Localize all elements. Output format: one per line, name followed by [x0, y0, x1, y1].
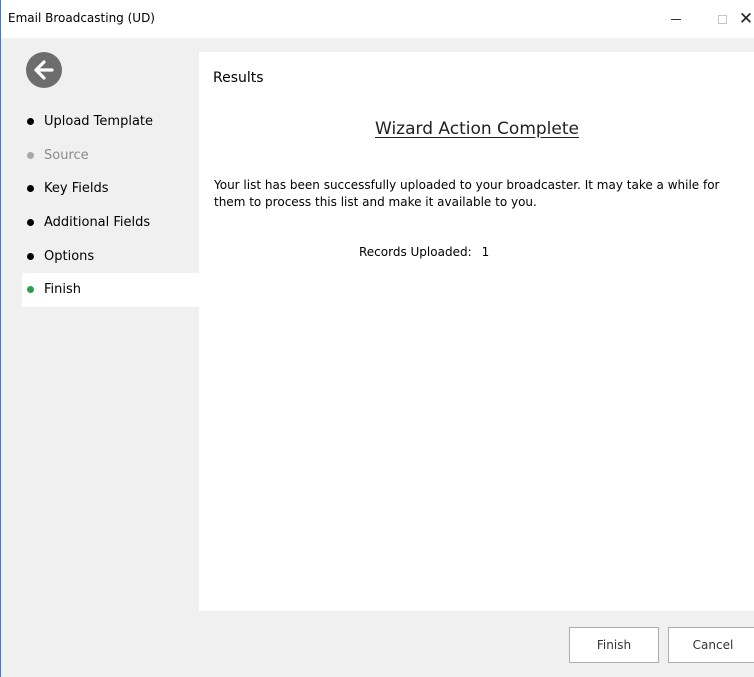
finish-button[interactable]: Finish — [569, 627, 659, 663]
section-title: Results — [213, 70, 264, 86]
sidebar-step-finish[interactable]: Finish — [22, 272, 199, 307]
sidebar-step-options[interactable]: Options — [22, 239, 199, 273]
step-status-dot-icon — [27, 151, 34, 159]
records-uploaded: Records Uploaded: 1 — [359, 245, 489, 259]
app-window: Email Broadcasting (UD) ✕ Upload Templat… — [0, 0, 754, 677]
step-status-dot-icon — [27, 185, 34, 193]
step-status-dot-icon — [27, 219, 34, 227]
close-icon: ✕ — [738, 8, 754, 29]
result-message: Your list has been successfully uploaded… — [214, 178, 720, 209]
arrow-left-icon — [34, 60, 54, 80]
sidebar-step-upload-template[interactable]: Upload Template — [22, 105, 199, 139]
sidebar-step-label: Finish — [44, 282, 82, 298]
wizard-complete-heading: Wizard Action Complete — [375, 119, 579, 139]
sidebar-step-source: Source — [22, 139, 199, 173]
records-uploaded-label: Records Uploaded: — [359, 245, 472, 259]
maximize-icon — [717, 14, 727, 24]
sidebar-step-key-fields[interactable]: Key Fields — [22, 172, 199, 206]
wizard-steps: Upload Template Source Key Fields Additiona… — [22, 105, 199, 307]
close-button[interactable]: ✕ — [731, 0, 754, 38]
minimize-icon — [671, 18, 681, 20]
title-bar: Email Broadcasting (UD) ✕ — [1, 0, 754, 38]
sidebar-step-additional-fields[interactable]: Additional Fields — [22, 206, 199, 240]
sidebar-step-label: Additional Fields — [44, 215, 151, 231]
minimize-button[interactable] — [653, 0, 699, 38]
sidebar-step-label: Source — [44, 147, 89, 163]
cancel-button[interactable]: Cancel — [668, 627, 754, 663]
step-status-dot-icon — [27, 286, 34, 294]
sidebar-step-label: Options — [44, 248, 95, 264]
window-title: Email Broadcasting (UD) — [8, 11, 155, 25]
wizard-sidebar: Upload Template Source Key Fields Additiona… — [2, 38, 199, 677]
step-status-dot-icon — [27, 118, 34, 126]
records-uploaded-value: 1 — [481, 245, 490, 259]
results-panel: Results Wizard Action Complete Your list… — [199, 52, 754, 611]
sidebar-step-label: Upload Template — [44, 114, 154, 130]
back-button[interactable] — [26, 52, 62, 88]
footer-bar: Finish Cancel — [199, 611, 754, 677]
step-status-dot-icon — [27, 252, 34, 260]
sidebar-step-label: Key Fields — [44, 181, 109, 197]
